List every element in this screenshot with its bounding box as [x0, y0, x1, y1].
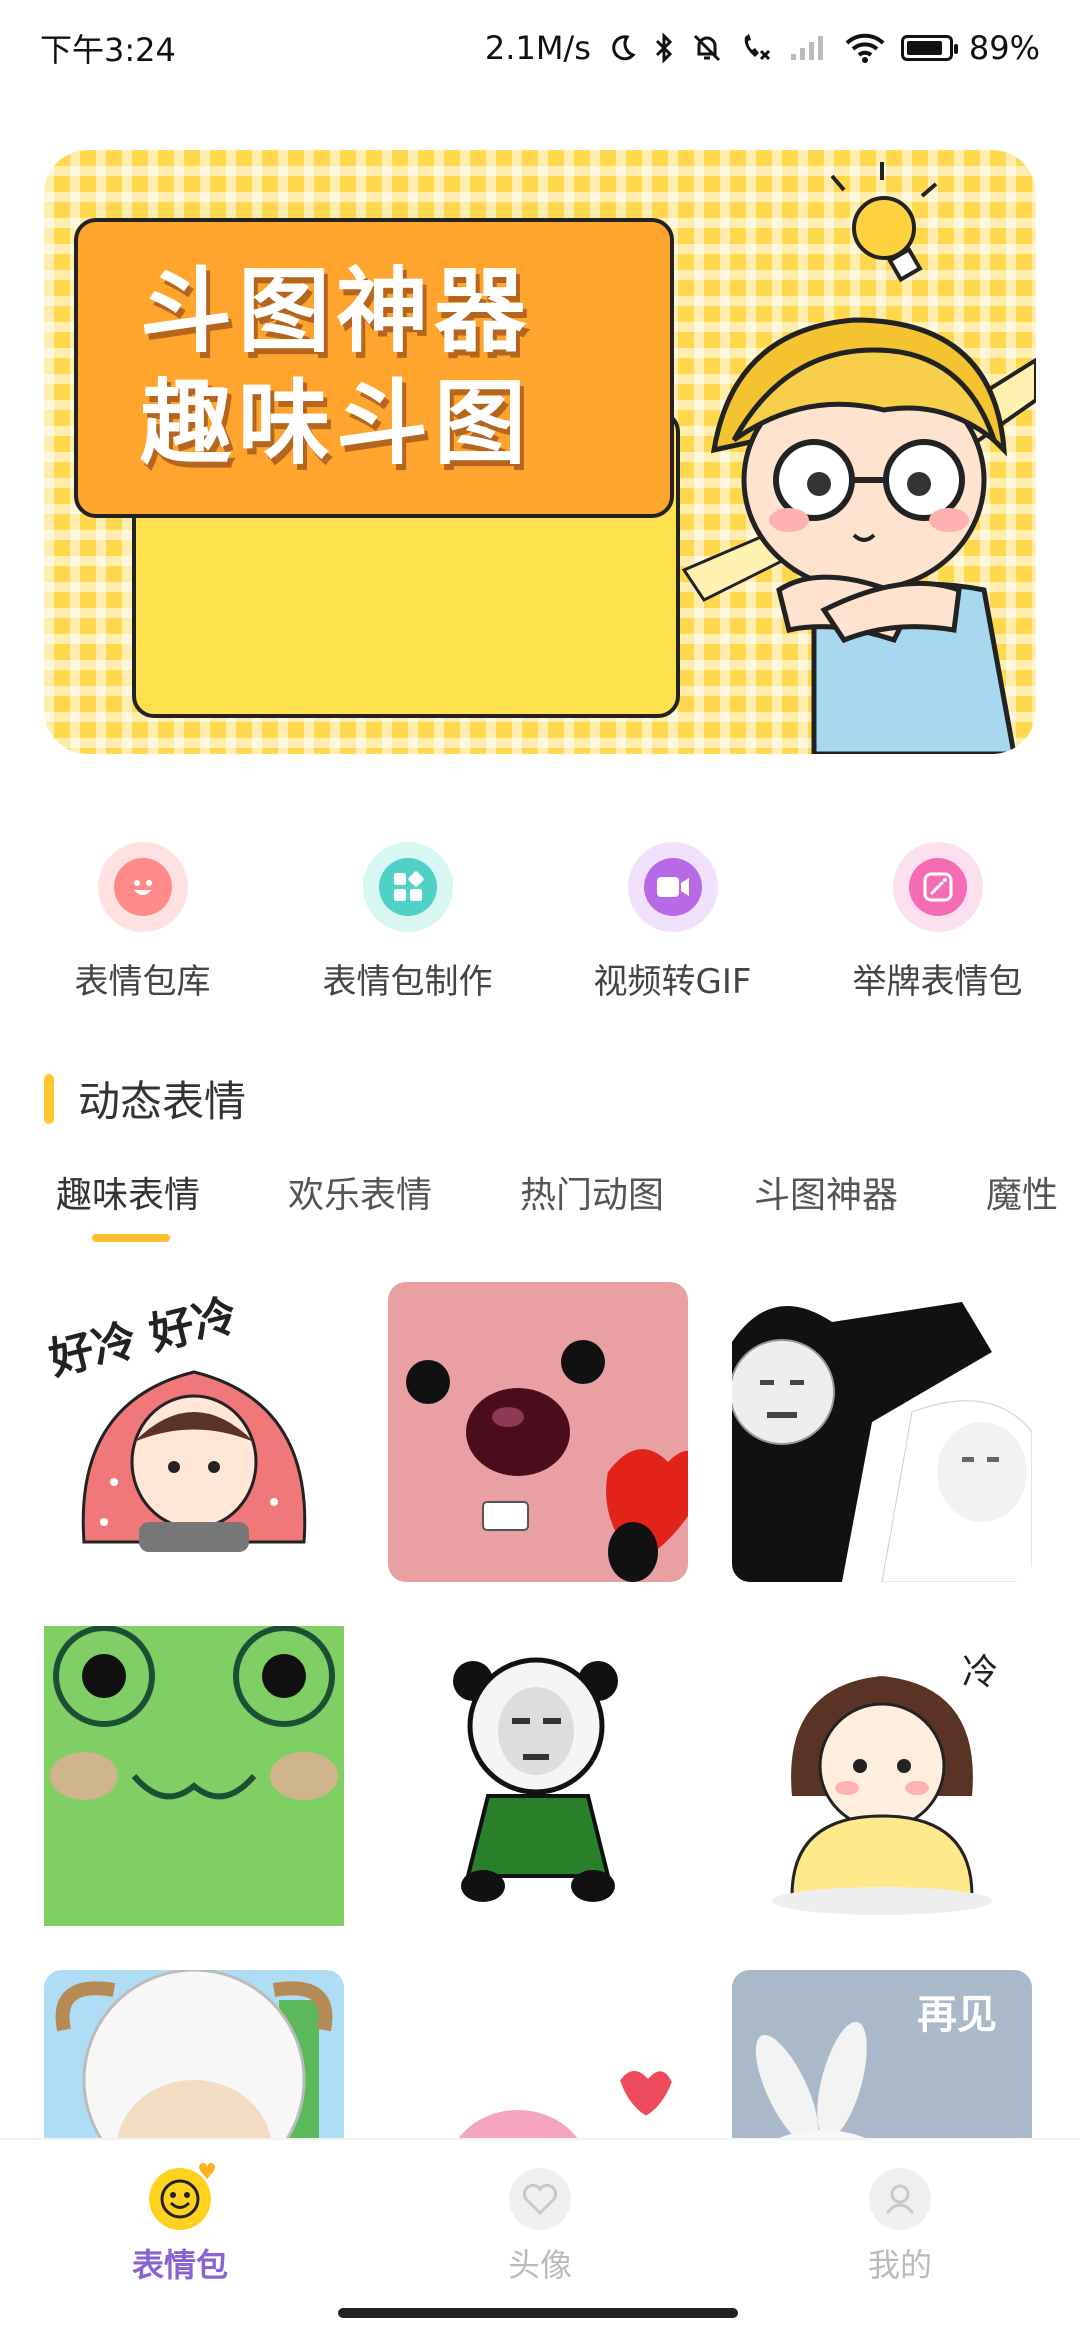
home-indicator[interactable]: [338, 2308, 738, 2318]
quick-entry-label: 举牌表情包: [852, 962, 1023, 1002]
sticker-sheep[interactable]: [44, 1970, 344, 2142]
section-title: 动态表情: [78, 1077, 247, 1126]
quick-entry-video-to-gif[interactable]: 视频转GIF: [543, 842, 803, 1022]
quick-entry-row: 表情包库 表情包制作 视频转GIF 举牌表情包: [0, 842, 1080, 1022]
sticker-text: 再见: [917, 1992, 997, 2038]
tab-magic[interactable]: 魔性: [986, 1166, 1058, 1218]
call-off-icon: [739, 33, 773, 63]
sticker-green-frog[interactable]: [44, 1626, 344, 1926]
nav-stickers[interactable]: ♥ 表情包: [60, 2160, 300, 2286]
section-header: 动态表情: [44, 1068, 246, 1129]
banner-cartoon-boy-illustration: [681, 162, 1036, 754]
quick-entry-sticker-maker[interactable]: 表情包制作: [278, 842, 538, 1022]
nav-avatar[interactable]: 头像: [420, 2168, 660, 2286]
magic-wand-icon: [892, 842, 983, 932]
video-icon: [627, 842, 718, 932]
wifi-icon: [845, 33, 885, 63]
tab-hot[interactable]: 热门动图: [520, 1166, 664, 1218]
quick-entry-sign-sticker[interactable]: 举牌表情包: [808, 842, 1068, 1022]
active-tab-underline: [92, 1234, 170, 1242]
quick-entry-sticker-library[interactable]: 表情包库: [13, 842, 273, 1022]
nav-label: 表情包: [131, 2246, 228, 2284]
heart-avatar-icon: [509, 2168, 571, 2230]
sticker-panda-meme[interactable]: [732, 1282, 1032, 1582]
section-accent-bar: [44, 1073, 54, 1124]
tab-happy[interactable]: 欢乐表情: [288, 1166, 432, 1218]
status-icons: 2.1M/s 89%: [485, 29, 1040, 67]
tab-fun[interactable]: 趣味表情: [56, 1166, 200, 1218]
quick-entry-label: 表情包库: [74, 962, 211, 1002]
emoji-face-icon: ♥: [149, 2160, 217, 2230]
battery-percent: 89%: [968, 29, 1040, 67]
mute-bell-icon: [691, 32, 723, 64]
bluetooth-icon: [653, 32, 675, 64]
heart-badge-icon: ♥: [197, 2160, 217, 2185]
nav-label: 我的: [867, 2246, 932, 2284]
moon-icon: [607, 33, 637, 63]
user-icon: [869, 2168, 931, 2230]
signal-icon: [789, 34, 829, 62]
sticker-bunny-bye[interactable]: 再见: [732, 1970, 1032, 2142]
quick-entry-label: 表情包制作: [322, 962, 493, 1002]
smile-icon: [97, 842, 188, 932]
blocks-icon: [362, 842, 453, 932]
sticker-text: 好冷 好冷: [44, 1290, 242, 1386]
nav-label: 头像: [507, 2246, 572, 2284]
sticker-cold-girl-blanket[interactable]: 冷: [732, 1626, 1032, 1926]
promo-banner[interactable]: 斗图神器 趣味斗图: [44, 150, 1036, 754]
tab-battle[interactable]: 斗图神器: [754, 1166, 898, 1218]
sticker-pink-beaver[interactable]: [388, 1282, 688, 1582]
sticker-text: 冷: [962, 1652, 998, 1693]
sticker-panda-squat[interactable]: [388, 1626, 688, 1926]
sticker-cold-girl[interactable]: 好冷 好冷: [44, 1282, 344, 1582]
status-time: 下午3:24: [40, 31, 176, 69]
sticker-grid: 好冷 好冷 冷 再见: [0, 1282, 1080, 2142]
quick-entry-label: 视频转GIF: [593, 962, 752, 1002]
status-bar: 下午3:24 2.1M/s 89%: [0, 0, 1080, 96]
nav-profile[interactable]: 我的: [780, 2168, 1020, 2286]
battery-icon: [900, 35, 958, 61]
sticker-pink-blob[interactable]: [388, 1970, 688, 2142]
network-speed: 2.1M/s: [484, 29, 591, 67]
